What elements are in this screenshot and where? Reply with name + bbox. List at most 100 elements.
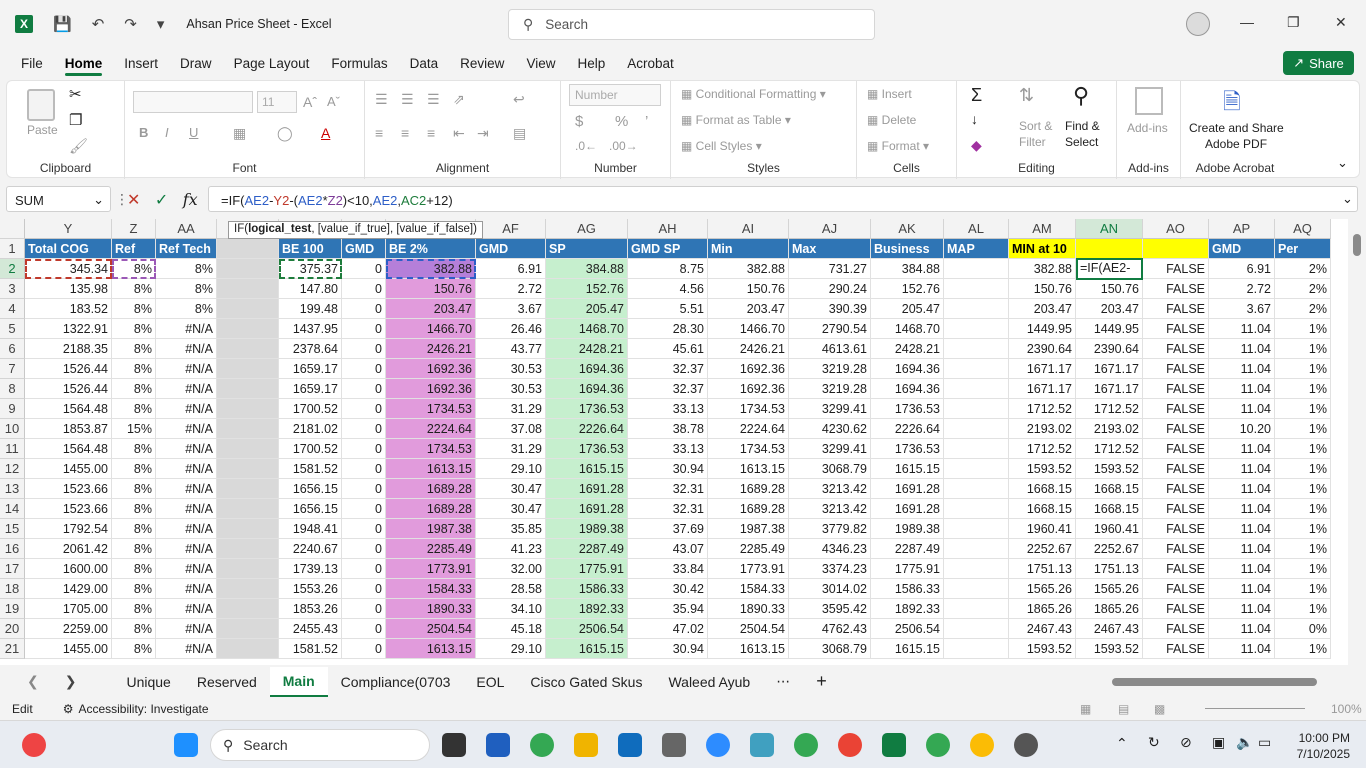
expand-formula-icon[interactable]: ⌄ <box>1342 191 1353 207</box>
table-cell[interactable]: 1668.15 <box>1076 499 1143 519</box>
table-cell[interactable]: 8.75 <box>628 259 708 279</box>
table-cell[interactable]: 0 <box>342 599 386 619</box>
table-cell[interactable]: 1586.33 <box>871 579 944 599</box>
decrease-decimal-icon[interactable]: .00→ <box>609 139 638 153</box>
menu-draw[interactable]: Draw <box>169 48 223 78</box>
table-cell[interactable]: 2378.64 <box>279 339 342 359</box>
volume-icon[interactable]: 🔈 <box>1236 734 1253 751</box>
table-cell[interactable]: 32.37 <box>628 379 708 399</box>
table-cell[interactable]: 1% <box>1275 539 1331 559</box>
table-cell[interactable]: 30.47 <box>476 479 546 499</box>
table-cell[interactable]: 8% <box>112 519 156 539</box>
table-cell[interactable]: 0 <box>342 279 386 299</box>
row-header-14[interactable]: 14 <box>0 499 25 519</box>
table-cell[interactable]: FALSE <box>1143 419 1209 439</box>
table-cell[interactable]: 30.42 <box>628 579 708 599</box>
table-cell[interactable] <box>944 279 1009 299</box>
table-cell[interactable]: 28.58 <box>476 579 546 599</box>
table-cell[interactable] <box>944 479 1009 499</box>
table-cell[interactable]: 1613.15 <box>708 639 789 659</box>
select-all-corner[interactable] <box>0 219 25 239</box>
find-select-label-1[interactable]: Find & <box>1065 119 1100 133</box>
table-cell[interactable] <box>944 599 1009 619</box>
table-cell[interactable]: 205.47 <box>546 299 628 319</box>
table-cell[interactable] <box>217 419 279 439</box>
header-cell[interactable]: BE 2% <box>386 239 476 259</box>
table-cell[interactable]: 1% <box>1275 379 1331 399</box>
table-cell[interactable]: 1775.91 <box>546 559 628 579</box>
table-cell[interactable]: FALSE <box>1143 499 1209 519</box>
row-header-13[interactable]: 13 <box>0 479 25 499</box>
table-cell[interactable] <box>944 399 1009 419</box>
table-cell[interactable] <box>944 459 1009 479</box>
table-cell[interactable]: FALSE <box>1143 519 1209 539</box>
table-cell[interactable]: 4762.43 <box>789 619 871 639</box>
table-cell[interactable]: FALSE <box>1143 259 1209 279</box>
table-cell[interactable]: 43.77 <box>476 339 546 359</box>
table-cell[interactable]: 199.48 <box>279 299 342 319</box>
header-cell[interactable]: MAP <box>944 239 1009 259</box>
table-cell[interactable]: 11.04 <box>1209 379 1275 399</box>
table-cell[interactable]: 1565.26 <box>1076 579 1143 599</box>
network-icon[interactable]: ⊘ <box>1180 734 1192 751</box>
table-cell[interactable]: 3299.41 <box>789 439 871 459</box>
row-header-8[interactable]: 8 <box>0 379 25 399</box>
table-cell[interactable]: 1449.95 <box>1076 319 1143 339</box>
zoom-slider[interactable] <box>1205 708 1305 709</box>
table-cell[interactable]: 1736.53 <box>871 399 944 419</box>
customize-toolbar-icon[interactable]: ▾ <box>157 15 165 33</box>
table-cell[interactable]: #N/A <box>156 539 217 559</box>
header-cell[interactable]: Per <box>1275 239 1331 259</box>
enter-icon[interactable]: ✓ <box>155 192 168 209</box>
page-break-view-icon[interactable]: ▩ <box>1154 702 1165 716</box>
table-cell[interactable]: #N/A <box>156 319 217 339</box>
table-cell[interactable]: 2285.49 <box>708 539 789 559</box>
table-cell[interactable]: 33.13 <box>628 439 708 459</box>
table-cell[interactable] <box>944 499 1009 519</box>
table-cell[interactable]: 1892.33 <box>871 599 944 619</box>
header-cell[interactable]: GMD <box>342 239 386 259</box>
column-header-al[interactable]: AL <box>944 219 1009 239</box>
table-cell[interactable]: 150.76 <box>708 279 789 299</box>
table-cell[interactable]: 8% <box>156 279 217 299</box>
table-cell[interactable]: 1% <box>1275 359 1331 379</box>
column-header-ak[interactable]: AK <box>871 219 944 239</box>
table-cell[interactable]: 0 <box>342 519 386 539</box>
table-cell[interactable] <box>217 279 279 299</box>
table-cell[interactable]: #N/A <box>156 439 217 459</box>
header-cell[interactable]: GMD <box>1209 239 1275 259</box>
table-cell[interactable]: 26.46 <box>476 319 546 339</box>
table-cell[interactable] <box>217 579 279 599</box>
table-cell[interactable]: 1700.52 <box>279 399 342 419</box>
table-cell[interactable]: 3595.42 <box>789 599 871 619</box>
table-cell[interactable]: 32.31 <box>628 479 708 499</box>
italic-icon[interactable]: I <box>165 125 169 140</box>
font-color-icon[interactable]: A <box>321 125 330 141</box>
table-cell[interactable]: 11.04 <box>1209 399 1275 419</box>
comma-icon[interactable]: ’ <box>645 113 648 130</box>
format-as-table-button[interactable]: ▦ Format as Table ▾ <box>681 113 791 127</box>
table-cell[interactable]: 1523.66 <box>25 479 112 499</box>
table-cell[interactable]: 1526.44 <box>25 359 112 379</box>
more-sheets-icon[interactable]: ⋯ <box>763 667 803 697</box>
table-cell[interactable]: 2426.21 <box>386 339 476 359</box>
table-cell[interactable]: 1% <box>1275 599 1331 619</box>
table-cell[interactable]: 1736.53 <box>871 439 944 459</box>
table-cell[interactable]: 1615.15 <box>871 639 944 659</box>
table-cell[interactable]: 1584.33 <box>386 579 476 599</box>
table-cell[interactable]: 1% <box>1275 499 1331 519</box>
table-cell[interactable]: 1437.95 <box>279 319 342 339</box>
table-cell[interactable] <box>217 639 279 659</box>
table-cell[interactable]: 1692.36 <box>386 359 476 379</box>
share-button[interactable]: ↗ Share <box>1283 51 1354 75</box>
menu-acrobat[interactable]: Acrobat <box>616 48 685 78</box>
table-cell[interactable]: #N/A <box>156 419 217 439</box>
addins-icon[interactable] <box>1135 87 1163 115</box>
table-cell[interactable]: #N/A <box>156 479 217 499</box>
table-cell[interactable] <box>217 599 279 619</box>
table-cell[interactable]: 0 <box>342 459 386 479</box>
table-cell[interactable]: 1773.91 <box>708 559 789 579</box>
table-cell[interactable]: 2% <box>1275 259 1331 279</box>
table-cell[interactable]: 1% <box>1275 559 1331 579</box>
table-cell[interactable]: 1% <box>1275 319 1331 339</box>
